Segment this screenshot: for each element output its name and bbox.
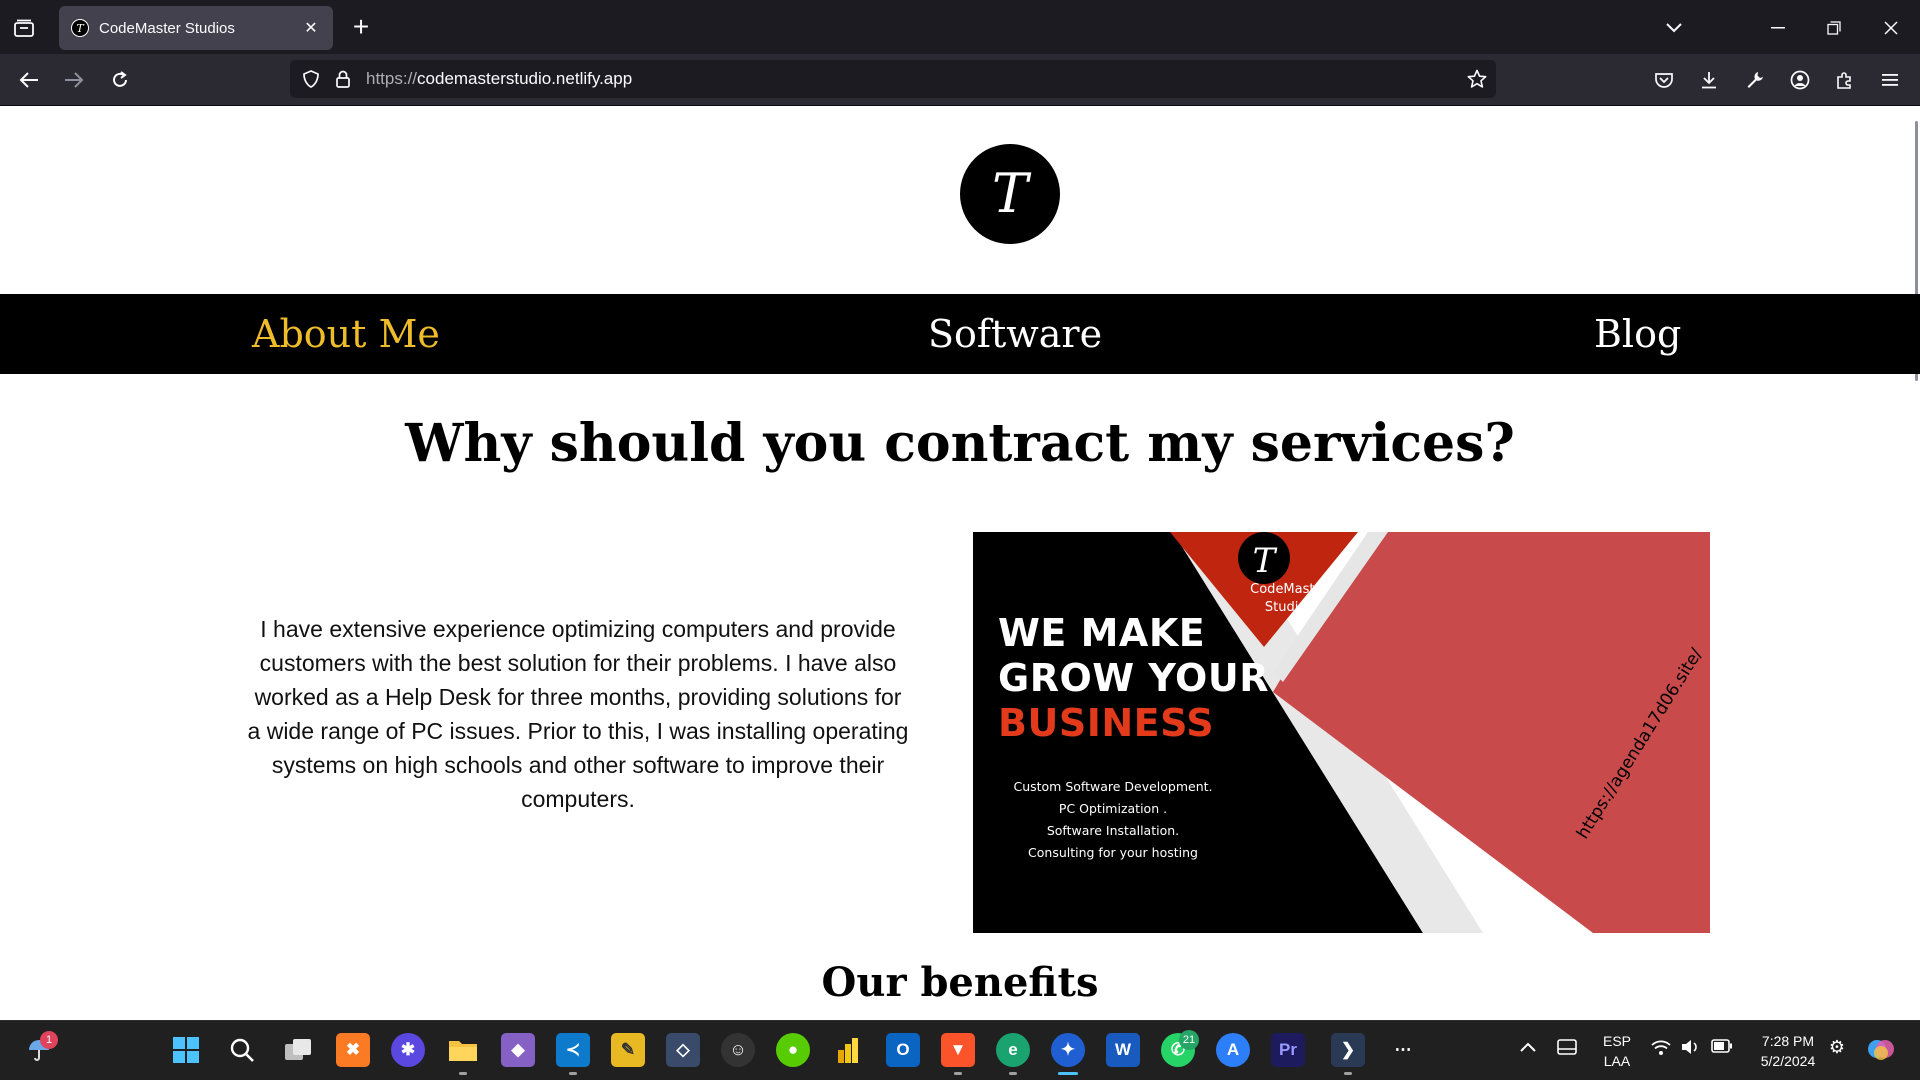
outlook-icon[interactable]: O	[886, 1033, 920, 1067]
browser-tab-bar: T CodeMaster Studios ✕ +	[0, 0, 1920, 54]
active-indicator	[1058, 1072, 1078, 1075]
task-view-icon[interactable]	[281, 1033, 315, 1067]
site-nav: About Me Software Blog	[0, 294, 1920, 374]
dark-app-icon[interactable]: ◇	[666, 1033, 700, 1067]
emoji-app-icon[interactable]: ☺	[721, 1033, 755, 1067]
windows-taskbar: 1 ✖ ✱ ◆ ≺ ✎ ◇ ☺ ● O ▼ e ✦ W ✆ 21 A Pr ❯ …	[0, 1020, 1920, 1080]
app-store-icon[interactable]: A	[1216, 1033, 1250, 1067]
favicon-icon: T	[71, 19, 89, 37]
file-explorer-icon[interactable]	[446, 1033, 480, 1067]
promo-headline-1: WE MAKE	[998, 611, 1206, 655]
language-code: ESP	[1602, 1033, 1631, 1049]
close-window-icon[interactable]	[1877, 14, 1905, 42]
terminal-app-icon[interactable]: ❯	[1331, 1033, 1365, 1067]
downloads-icon[interactable]	[1695, 66, 1723, 94]
tab-title: CodeMaster Studios	[99, 19, 235, 37]
extensions-icon[interactable]	[1831, 66, 1859, 94]
copilot-icon[interactable]	[1866, 1035, 1896, 1066]
running-indicator	[459, 1072, 467, 1075]
clock-time: 7:28 PM	[1761, 1033, 1815, 1049]
search-icon[interactable]	[225, 1033, 259, 1067]
power-bi-icon[interactable]	[831, 1033, 865, 1067]
xampp-icon[interactable]: ✖	[336, 1033, 370, 1067]
url-text[interactable]: https://codemasterstudio.netlify.app	[366, 69, 632, 89]
nav-software[interactable]: Software	[928, 294, 1102, 374]
language-indicator[interactable]: ESP LAA	[1600, 1031, 1634, 1071]
promo-service: Software Installation.	[1046, 823, 1180, 838]
wifi-icon[interactable]	[1650, 1039, 1672, 1058]
notification-badge: 21	[1179, 1030, 1199, 1050]
word-icon[interactable]: W	[1106, 1033, 1140, 1067]
nav-blog[interactable]: Blog	[1594, 294, 1681, 374]
volume-icon[interactable]	[1680, 1039, 1702, 1058]
promo-service: Custom Software Development.	[1013, 779, 1213, 794]
site-logo[interactable]: T	[960, 144, 1060, 244]
promo-headline-2: GROW YOUR	[998, 656, 1269, 700]
menu-hamburger-icon[interactable]	[1876, 66, 1904, 94]
lock-icon[interactable]	[332, 68, 354, 90]
promo-headline-3: BUSINESS	[998, 701, 1215, 745]
tab-list-icon[interactable]	[10, 14, 38, 42]
running-indicator	[1009, 1072, 1017, 1075]
tracking-shield-icon[interactable]	[300, 68, 322, 90]
tray-chevron-icon[interactable]	[1518, 1039, 1538, 1055]
nav-about-me[interactable]: About Me	[252, 294, 440, 374]
vscode-icon[interactable]: ≺	[556, 1033, 590, 1067]
promo-service: Consulting for your hosting	[1028, 845, 1198, 860]
visual-studio-icon[interactable]: ◆	[501, 1033, 535, 1067]
account-icon[interactable]	[1786, 66, 1814, 94]
edge-icon[interactable]: e	[996, 1033, 1030, 1067]
running-indicator	[954, 1072, 962, 1075]
premiere-pro-icon[interactable]: Pr	[1271, 1033, 1305, 1067]
list-all-tabs-icon[interactable]	[1660, 14, 1688, 42]
address-bar[interactable]: https://codemasterstudio.netlify.app	[290, 60, 1496, 98]
running-indicator	[569, 1072, 577, 1075]
keyboard-layout-code: LAA	[1603, 1053, 1631, 1069]
pocket-icon[interactable]	[1650, 66, 1678, 94]
back-icon[interactable]	[15, 66, 43, 94]
page-content: T About Me Software Blog Why should you …	[0, 107, 1920, 1020]
battery-icon[interactable]	[1710, 1039, 1734, 1056]
start-windows-icon[interactable]	[169, 1033, 203, 1067]
logo-letter: T	[991, 162, 1029, 225]
reload-icon[interactable]	[106, 66, 134, 94]
browser-toolbar: https://codemasterstudio.netlify.app	[0, 54, 1920, 106]
restore-icon[interactable]	[1820, 14, 1848, 42]
more-apps-icon[interactable]: ⋯	[1386, 1033, 1420, 1067]
page-heading: Why should you contract my services?	[405, 413, 1515, 474]
bookmark-star-icon[interactable]	[1466, 68, 1488, 90]
clock[interactable]: 7:28 PM 5/2/2024	[1748, 1031, 1828, 1071]
minimize-icon[interactable]	[1764, 14, 1792, 42]
promo-brand: CodeMaster Studios	[1250, 582, 1328, 615]
benefits-heading: Our benefits	[821, 959, 1099, 1006]
running-indicator	[1344, 1072, 1352, 1075]
dev-tools-wrench-icon[interactable]	[1741, 66, 1769, 94]
sticky-tools-icon[interactable]: ✎	[611, 1033, 645, 1067]
forward-icon[interactable]	[60, 66, 88, 94]
notification-badge: 1	[40, 1031, 58, 1049]
promo-banner-image: T CodeMaster Studios WE MAKE GROW YOUR B…	[973, 532, 1710, 933]
duolingo-icon[interactable]: ●	[776, 1033, 810, 1067]
svg-text:T: T	[1253, 541, 1278, 581]
keyboard-icon[interactable]	[1555, 1039, 1579, 1058]
pulse-app-icon[interactable]: ✱	[391, 1033, 425, 1067]
intro-paragraph: I have extensive experience optimizing c…	[247, 616, 909, 812]
brave-icon[interactable]: ▼	[941, 1033, 975, 1067]
promo-service: PC Optimization .	[1058, 801, 1168, 816]
new-tab-button[interactable]: +	[346, 11, 376, 42]
clock-date: 5/2/2024	[1760, 1053, 1816, 1069]
firefox-icon[interactable]: ✦	[1051, 1033, 1085, 1067]
notification-settings-icon[interactable]: ⚙	[1826, 1037, 1848, 1058]
tab-close-icon[interactable]: ✕	[301, 18, 321, 38]
active-tab[interactable]: T CodeMaster Studios ✕	[59, 6, 333, 50]
